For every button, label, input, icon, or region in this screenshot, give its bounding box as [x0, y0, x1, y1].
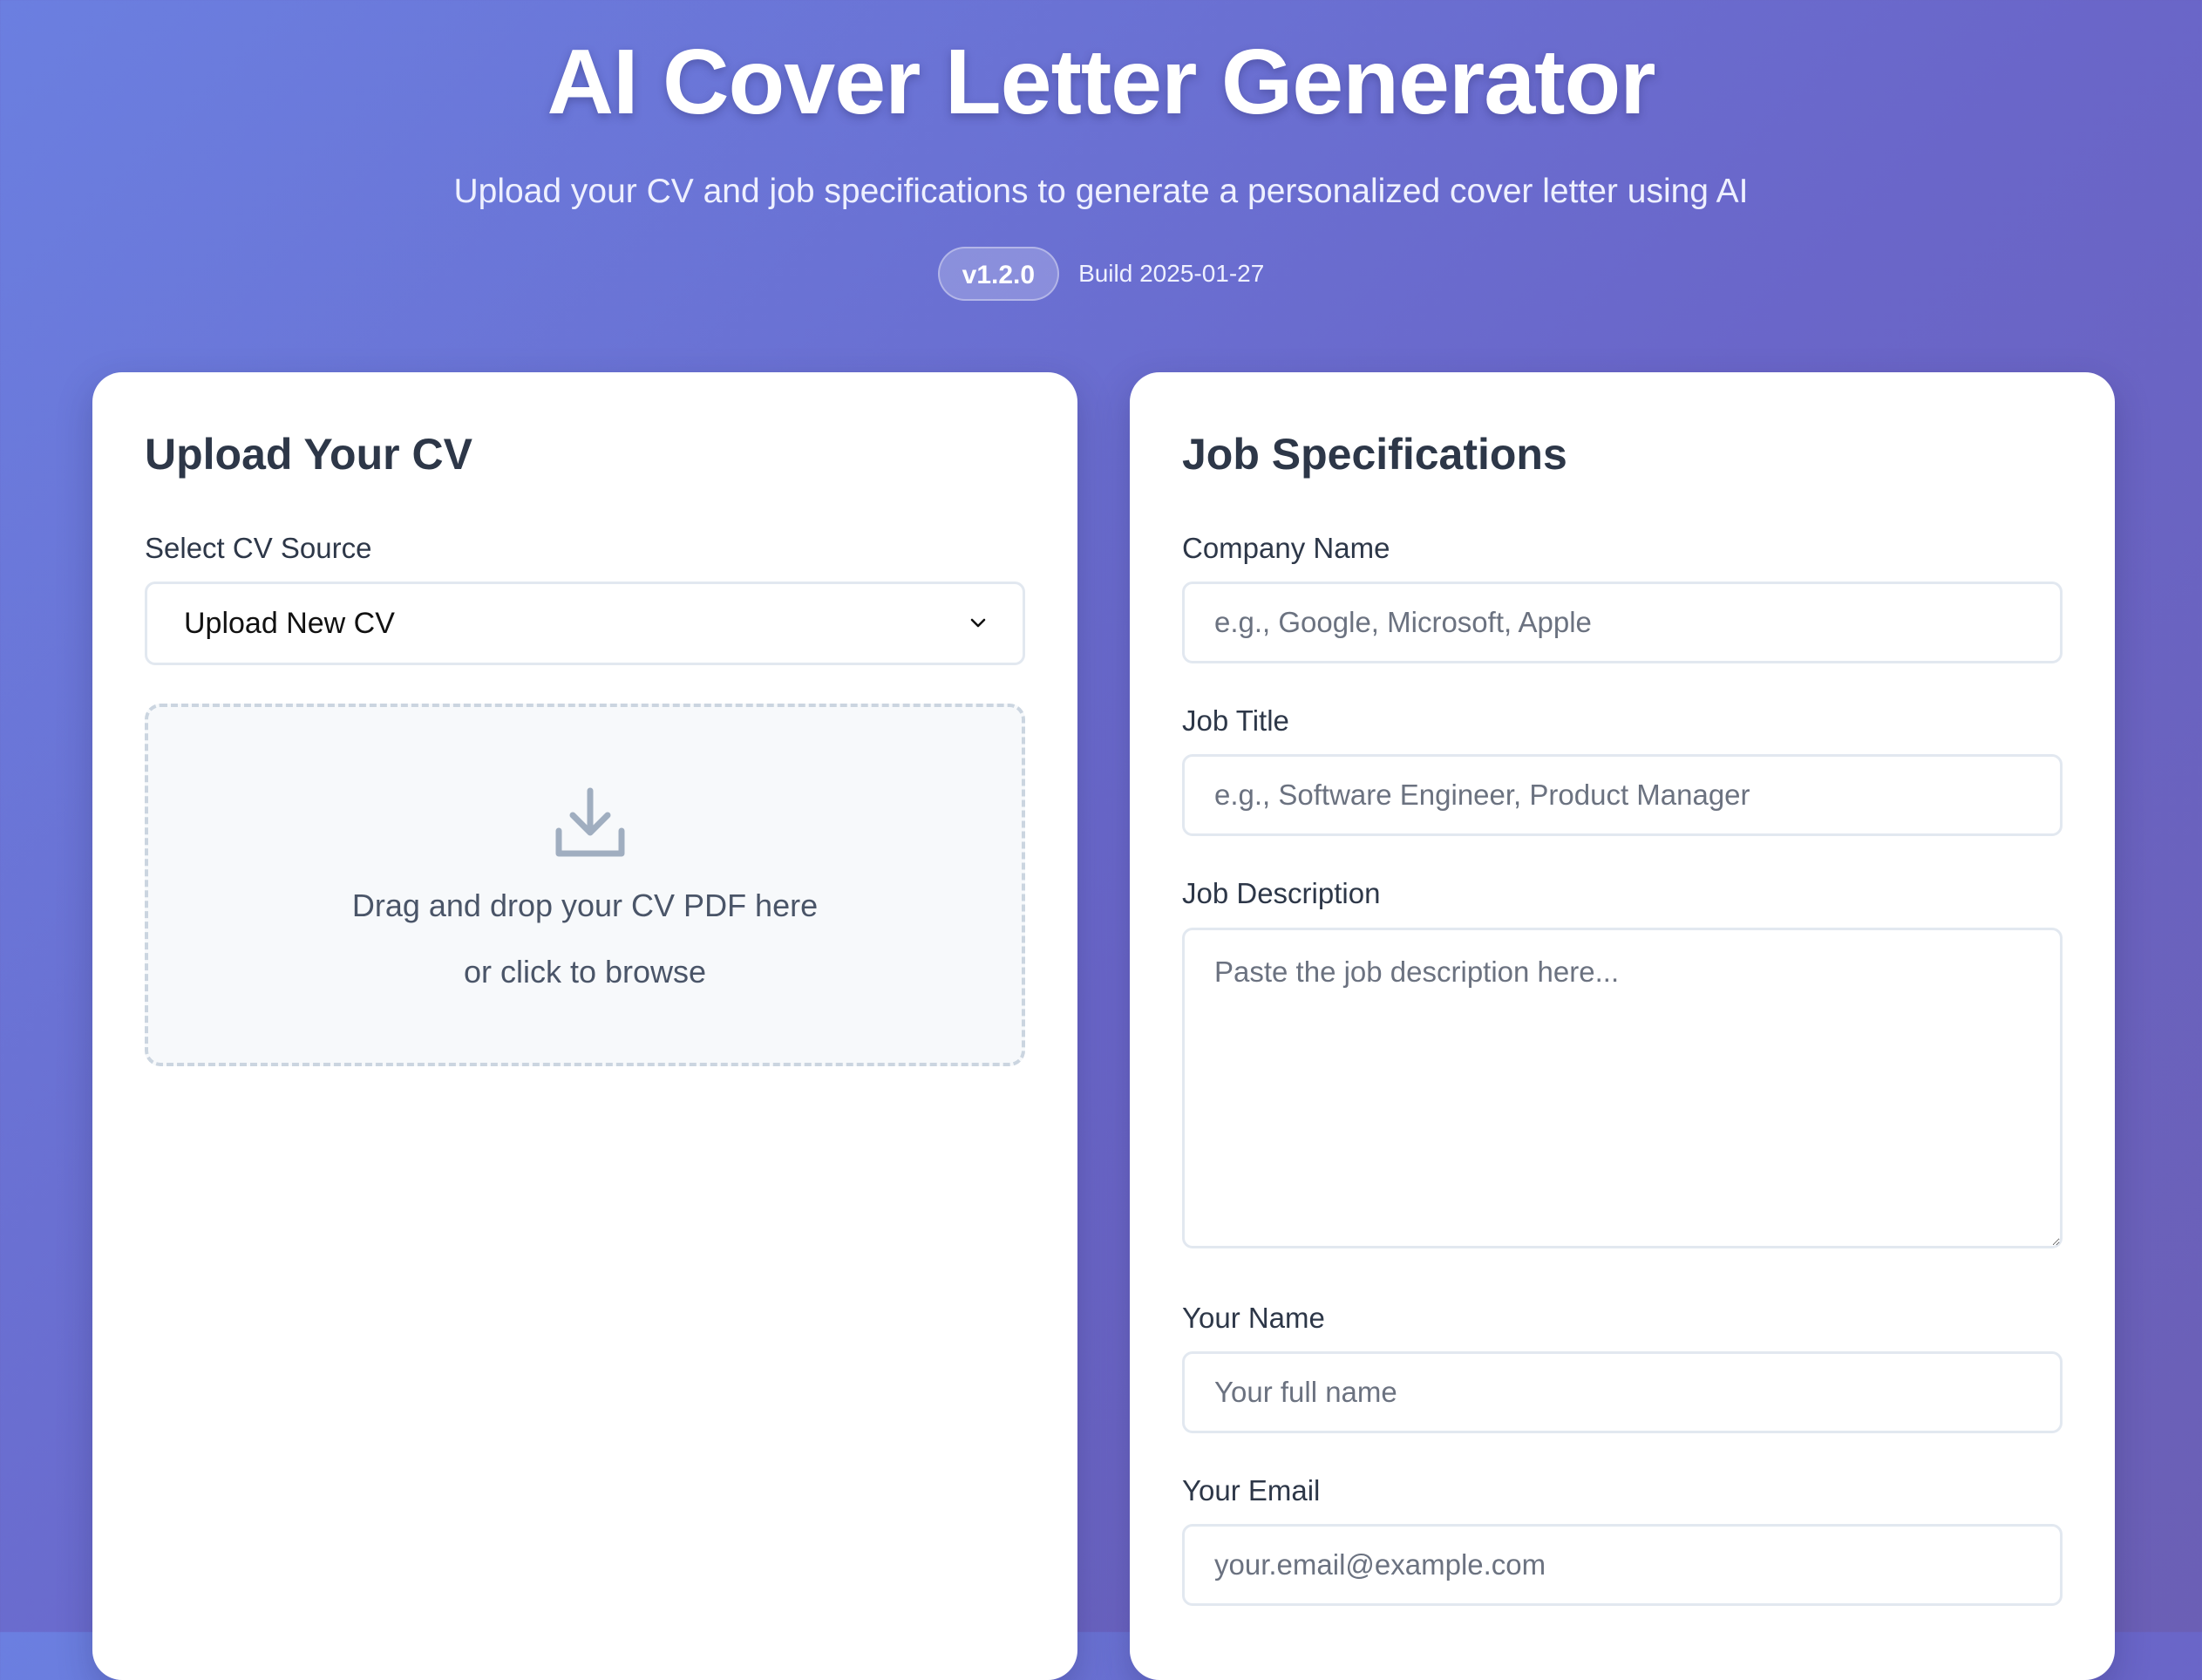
- your-name-input[interactable]: [1182, 1351, 2063, 1433]
- job-card-title: Job Specifications: [1182, 430, 1567, 479]
- dropzone-browse-hint: or click to browse: [463, 954, 707, 990]
- cv-upload-card: Upload Your CV Select CV Source Upload N…: [92, 372, 1077, 1680]
- job-description-textarea[interactable]: [1182, 928, 2063, 1248]
- cv-card-title: Upload Your CV: [145, 430, 472, 479]
- download-tray-icon: [555, 787, 625, 857]
- cv-source-selected-value: Upload New CV: [184, 606, 395, 640]
- page-subtitle: Upload your CV and job specifications to…: [453, 173, 1749, 210]
- job-title-input[interactable]: [1182, 754, 2063, 836]
- version-badge: v1.2.0: [937, 247, 1060, 301]
- your-email-label: Your Email: [1182, 1474, 1321, 1507]
- chevron-down-icon: [968, 614, 988, 633]
- job-spec-card: Job Specifications Company Name Job Titl…: [1130, 372, 2115, 1680]
- dropzone-instruction: Drag and drop your CV PDF here: [351, 888, 819, 923]
- version-info: v1.2.0 Build 2025-01-27: [0, 246, 2202, 302]
- your-name-label: Your Name: [1182, 1302, 1325, 1334]
- job-description-label: Job Description: [1182, 877, 1381, 909]
- cv-source-select[interactable]: Upload New CV: [145, 582, 1025, 665]
- job-title-label: Job Title: [1182, 704, 1289, 737]
- company-name-input[interactable]: [1182, 582, 2063, 663]
- build-label: Build 2025-01-27: [1078, 260, 1265, 287]
- company-name-label: Company Name: [1182, 532, 1390, 564]
- cv-dropzone[interactable]: Drag and drop your CV PDF here or click …: [145, 704, 1025, 1066]
- your-email-input[interactable]: [1182, 1524, 2063, 1606]
- cv-source-label: Select CV Source: [145, 532, 372, 564]
- page-title: AI Cover Letter Generator: [547, 31, 1656, 133]
